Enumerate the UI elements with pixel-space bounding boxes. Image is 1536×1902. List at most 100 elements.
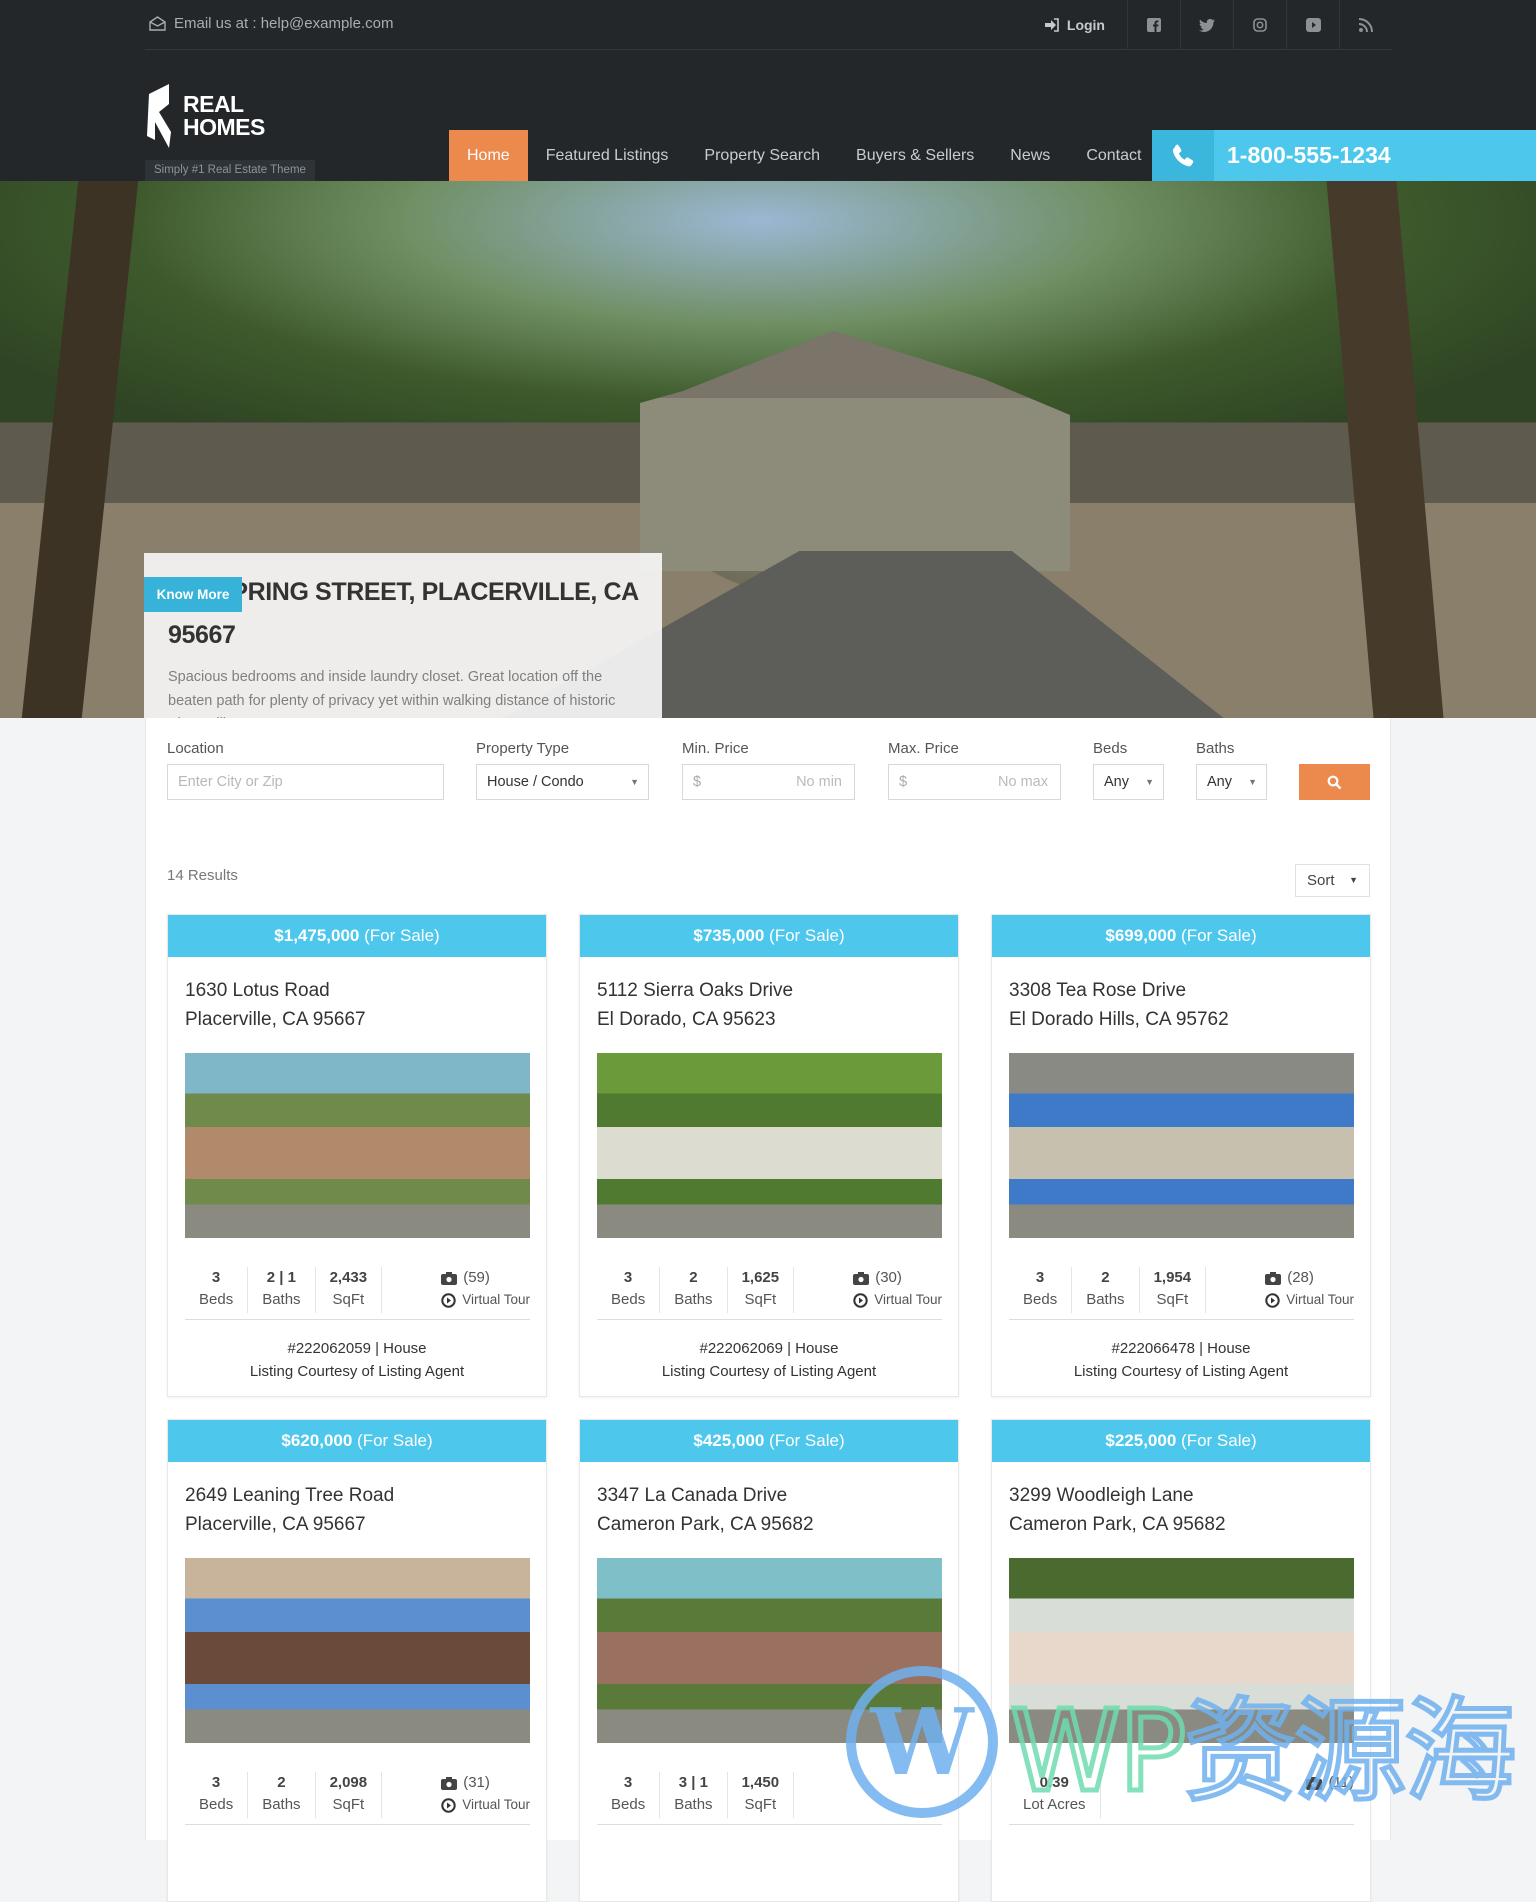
price-banner: $425,000 (For Sale) — [580, 1420, 958, 1462]
property-stats: 3 Beds 2 | 1 Baths 2,433 SqFt (59) Virtual Tour — [185, 1267, 530, 1313]
property-stats: 3 Beds 3 | 1 Baths 1,450 SqFt — [597, 1772, 942, 1818]
property-address[interactable]: 1630 Lotus Road Placerville, CA 95667 — [168, 957, 546, 1034]
price: $620,000 — [281, 1431, 353, 1450]
contact-email[interactable]: Email us at : help@example.com — [149, 15, 394, 32]
listing-id: #222062059 | House — [287, 1340, 427, 1357]
virtual-tour-link[interactable]: Virtual Tour — [853, 1289, 942, 1311]
nav-item-featured-listings[interactable]: Featured Listings — [528, 130, 687, 181]
property-stats: 3 Beds 2 Baths 2,098 SqFt (31) Virtual Tour — [185, 1772, 530, 1818]
beds-select[interactable]: Any ▼ — [1093, 764, 1164, 800]
know-more-button[interactable]: Know More — [144, 577, 242, 612]
play-circle-icon — [441, 1292, 456, 1308]
camera-icon — [441, 1776, 458, 1790]
property-address[interactable]: 3347 La Canada Drive Cameron Park, CA 956… — [580, 1462, 958, 1539]
hero-slider: 790 SPRING STREET, PLACERVILLE, CA 95667… — [0, 181, 1536, 718]
stat-value: 2,433 — [329, 1269, 368, 1286]
location-input[interactable]: Enter City or Zip — [167, 764, 444, 800]
stat-baths: 2 Baths — [660, 1267, 728, 1313]
property-type-label: Property Type — [476, 740, 570, 757]
results-count: 14 Results — [167, 867, 238, 884]
price-banner: $699,000 (For Sale) — [992, 915, 1370, 957]
youtube-icon[interactable] — [1286, 0, 1339, 50]
property-card: $699,000 (For Sale) 3308 Tea Rose Drive E… — [991, 914, 1371, 1397]
stat-beds: 3 Beds — [185, 1772, 249, 1818]
address-line-1: 1630 Lotus Road — [185, 980, 330, 1001]
phone-number-box[interactable]: 1-800-555-1234 — [1152, 130, 1536, 181]
photo-count[interactable]: (28) — [1265, 1267, 1354, 1289]
stat-sqft: 1,954 SqFt — [1140, 1267, 1207, 1313]
baths-value: Any — [1207, 774, 1232, 790]
property-type-select[interactable]: House / Condo ▼ — [476, 764, 649, 800]
listing-footer: #222062059 | House Listing Courtesy of Li… — [168, 1337, 546, 1383]
stat-beds: 3 Beds — [597, 1267, 661, 1313]
property-stats: 3 Beds 2 Baths 1,625 SqFt (30) Virtual Tour — [597, 1267, 942, 1313]
hero-house-image — [640, 331, 1070, 571]
photo-count[interactable]: (11) — [1306, 1772, 1354, 1794]
stat-label: Baths — [1086, 1291, 1125, 1308]
login-link[interactable]: Login — [1044, 0, 1127, 50]
stat-beds: 3 Beds — [185, 1267, 249, 1313]
address-line-1: 3308 Tea Rose Drive — [1009, 980, 1187, 1001]
stat-value: 1,625 — [741, 1269, 780, 1286]
hero-tree — [21, 181, 139, 718]
address-line-2: El Dorado, CA 95623 — [597, 1009, 776, 1030]
price: $1,475,000 — [274, 926, 360, 945]
address-line-1: 3299 Woodleigh Lane — [1009, 1485, 1194, 1506]
social-links: Login — [1044, 0, 1392, 50]
photo-count[interactable]: (31) — [441, 1772, 530, 1794]
property-address[interactable]: 5112 Sierra Oaks Drive El Dorado, CA 9562… — [580, 957, 958, 1034]
virtual-tour-link[interactable]: Virtual Tour — [441, 1289, 530, 1311]
rss-icon[interactable] — [1339, 0, 1392, 50]
property-card: $225,000 (For Sale) 3299 Woodleigh Lane C… — [991, 1419, 1371, 1902]
property-card: $620,000 (For Sale) 2649 Leaning Tree Ro… — [167, 1419, 547, 1902]
logo-text-real: REAL — [183, 91, 244, 117]
virtual-tour-link[interactable]: Virtual Tour — [1265, 1289, 1354, 1311]
site-logo[interactable]: REAL HOMES — [145, 84, 265, 148]
stat-value: 2 — [1101, 1269, 1110, 1286]
search-button[interactable] — [1299, 764, 1370, 800]
divider — [597, 1824, 942, 1825]
property-photo[interactable] — [1009, 1053, 1354, 1238]
property-photo[interactable] — [1009, 1558, 1354, 1743]
caret-down-icon: ▼ — [630, 777, 639, 787]
stat-value: 3 — [623, 1269, 633, 1286]
divider — [597, 1319, 942, 1320]
price: $735,000 — [693, 926, 765, 945]
listing-courtesy: Listing Courtesy of Listing Agent — [661, 1363, 877, 1380]
price: $225,000 — [1105, 1431, 1177, 1450]
nav-item-property-search[interactable]: Property Search — [686, 130, 838, 181]
nav-item-news[interactable]: News — [992, 130, 1068, 181]
stat-label: Beds — [611, 1796, 646, 1813]
property-address[interactable]: 3308 Tea Rose Drive El Dorado Hills, CA 9… — [992, 957, 1370, 1034]
property-photo[interactable] — [597, 1053, 942, 1238]
property-photo[interactable] — [185, 1558, 530, 1743]
sort-dropdown[interactable]: Sort ▼ — [1295, 864, 1370, 897]
max-price-label: Max. Price — [888, 740, 959, 757]
stat-label: Beds — [1023, 1291, 1058, 1308]
nav-item-home[interactable]: Home — [449, 130, 528, 181]
baths-label: Baths — [1196, 740, 1235, 757]
stat-value: 3 — [623, 1774, 633, 1791]
facebook-icon[interactable] — [1127, 0, 1180, 50]
photo-count[interactable]: (59) — [441, 1267, 530, 1289]
baths-select[interactable]: Any ▼ — [1196, 764, 1267, 800]
play-circle-icon — [441, 1797, 456, 1813]
property-address[interactable]: 2649 Leaning Tree Road Placerville, CA 95… — [168, 1462, 546, 1539]
max-price-input[interactable]: $ No max — [888, 764, 1061, 800]
photo-count[interactable]: (30) — [853, 1267, 942, 1289]
stat-beds: 3 Beds — [597, 1772, 661, 1818]
property-address[interactable]: 3299 Woodleigh Lane Cameron Park, CA 9568… — [992, 1462, 1370, 1539]
nav-item-buyers-sellers[interactable]: Buyers & Sellers — [838, 130, 992, 181]
property-photo[interactable] — [185, 1053, 530, 1238]
property-photo[interactable] — [597, 1558, 942, 1743]
stat-baths: 3 | 1 Baths — [660, 1772, 728, 1818]
logo-tagline: Simply #1 Real Estate Theme — [145, 160, 315, 181]
instagram-icon[interactable] — [1233, 0, 1286, 50]
stat-label: SqFt — [332, 1291, 365, 1308]
stat-label: Baths — [674, 1291, 713, 1308]
photo-count-text: (11) — [1328, 1774, 1354, 1791]
virtual-tour-link[interactable]: Virtual Tour — [441, 1794, 530, 1816]
nav-item-contact[interactable]: Contact — [1068, 130, 1159, 181]
min-price-input[interactable]: $ No min — [682, 764, 855, 800]
twitter-icon[interactable] — [1180, 0, 1233, 50]
